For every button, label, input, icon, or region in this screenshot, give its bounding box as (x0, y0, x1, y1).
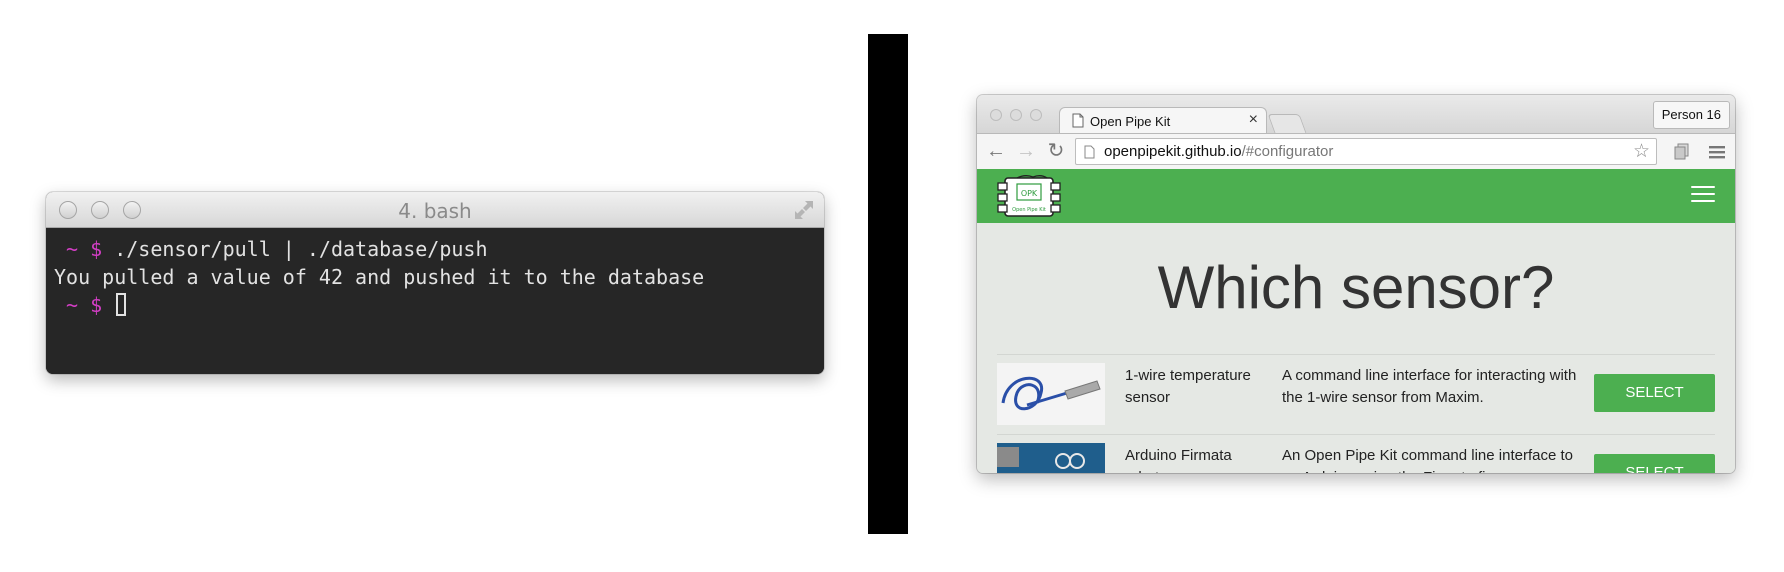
url-path: /#configurator (1241, 143, 1334, 160)
terminal-line: ~ $ (54, 291, 824, 319)
logo-text: OPK (1021, 189, 1038, 198)
hamburger-icon[interactable] (1691, 186, 1715, 204)
terminal-title: 4. bash (398, 199, 472, 223)
url-text: openpipekit.github.io/#configurator (1104, 143, 1333, 160)
minimize-dot[interactable] (1010, 109, 1022, 121)
terminal-line: ~ $ ./sensor/pull | ./database/push (54, 235, 824, 263)
browser-window: Open Pipe Kit × Person 16 ← → ↻ openpipe… (977, 95, 1735, 473)
terminal-window: 4. bash ~ $ ./sensor/pull | ./database/p… (46, 192, 824, 374)
page-icon (1072, 113, 1084, 128)
browser-toolbar: ← → ↻ openpipekit.github.io/#configurato… (977, 133, 1735, 170)
browser-tab[interactable]: Open Pipe Kit × (1059, 107, 1267, 134)
expand-icon[interactable] (792, 198, 816, 222)
logo-caption: Open Pipe Kit (1012, 207, 1046, 213)
command-text (102, 293, 114, 317)
sensor-row: 1-wire temperature sensor A command line… (997, 354, 1715, 435)
reload-icon[interactable]: ↻ (1045, 140, 1067, 162)
close-icon[interactable]: × (1249, 111, 1258, 129)
select-button[interactable]: SELECT (1594, 454, 1715, 473)
tab-strip: Open Pipe Kit × Person 16 (977, 95, 1735, 134)
select-button[interactable]: SELECT (1594, 374, 1715, 412)
sensor-name: Arduino Firmata robot (1125, 447, 1232, 473)
sensor-description: An Open Pipe Kit command line interface … (1282, 447, 1573, 473)
page-title: Which sensor? (1157, 254, 1555, 321)
forward-arrow-icon[interactable]: → (1015, 140, 1037, 162)
page-content: Which sensor? 1-wire temperature sensor … (977, 223, 1735, 473)
back-arrow-icon[interactable]: ← (985, 140, 1007, 162)
profile-button[interactable]: Person 16 (1652, 101, 1730, 129)
output-text: You pulled a value of 42 and pushed it t… (54, 265, 705, 289)
new-tab-button[interactable] (1267, 114, 1307, 133)
sensor-thumbnail (997, 443, 1105, 473)
divider-bar (868, 34, 908, 534)
terminal-titlebar: 4. bash (46, 192, 824, 228)
sensor-name: 1-wire temperature sensor (1125, 367, 1251, 406)
address-bar[interactable]: openpipekit.github.io/#configurator ☆ (1075, 138, 1657, 165)
close-dot[interactable] (990, 109, 1002, 121)
shell-prompt: ~ $ (54, 293, 103, 317)
sensor-thumbnail (997, 363, 1105, 425)
star-icon[interactable]: ☆ (1633, 140, 1650, 163)
menu-icon[interactable] (1708, 143, 1726, 161)
shell-prompt: ~ $ (54, 237, 103, 261)
tab-title: Open Pipe Kit (1090, 114, 1171, 129)
extensions-icon[interactable] (1674, 143, 1692, 161)
sensor-description: A command line interface for interacting… (1282, 367, 1577, 406)
zoom-dot[interactable] (1030, 109, 1042, 121)
text-cursor (116, 293, 127, 316)
site-navbar: OPK Open Pipe Kit (977, 169, 1735, 223)
terminal-line: You pulled a value of 42 and pushed it t… (54, 263, 824, 291)
sensor-row: Arduino Firmata robot An Open Pipe Kit c… (997, 434, 1715, 473)
page-icon (1084, 145, 1095, 159)
url-host: openpipekit.github.io (1104, 143, 1242, 160)
opk-logo[interactable]: OPK Open Pipe Kit (995, 173, 1065, 221)
command-text: ./sensor/pull | ./database/push (102, 237, 488, 261)
terminal-output[interactable]: ~ $ ./sensor/pull | ./database/push You p… (46, 228, 824, 374)
